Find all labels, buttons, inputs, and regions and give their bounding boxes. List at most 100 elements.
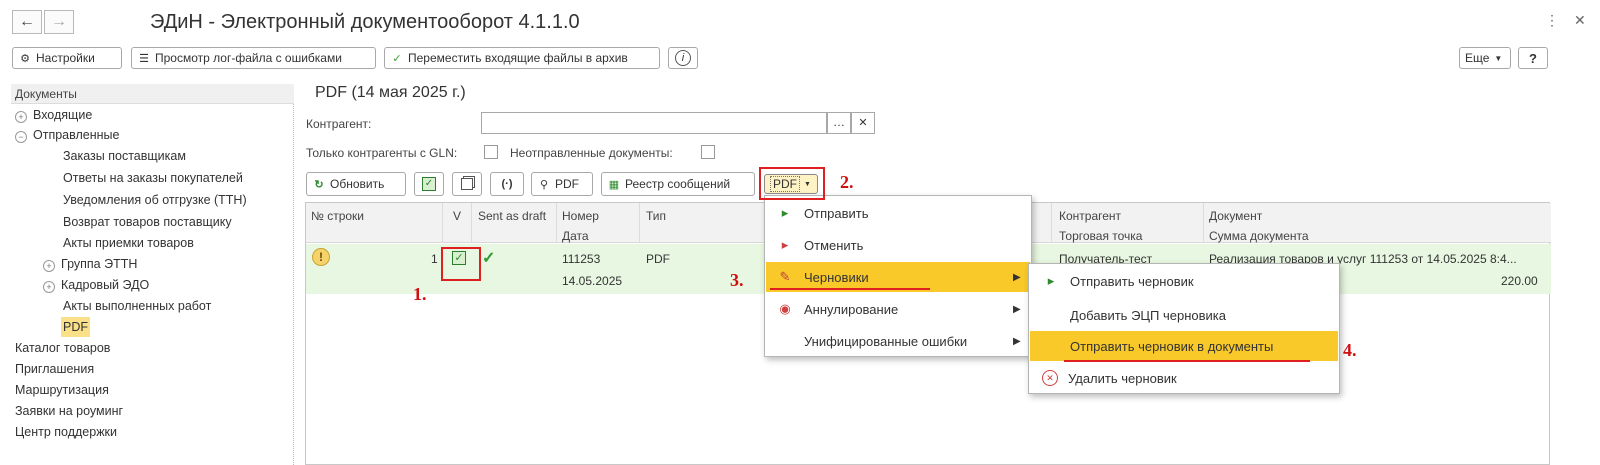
info-button[interactable]: i [668,47,698,69]
settings-button[interactable]: ⚙ Настройки [12,47,122,69]
sidebar-item-support[interactable]: Центр поддержки [15,422,117,442]
menu-item-send[interactable]: ▸ Отправить [766,198,1030,228]
sidebar-item-hr-edo[interactable]: + Кадровый ЭДО [43,275,149,295]
check-all-button[interactable]: ✓ [414,172,444,196]
log-view-label: Просмотр лог-файла с ошибками [155,51,342,65]
cancel-doc-icon: ▸ [781,237,789,252]
expand-icon[interactable]: + [43,281,55,293]
sidebar-item-catalog[interactable]: Каталог товаров [15,338,110,358]
sent-as-draft-check-icon: ✓ [482,250,496,267]
table-icon: ▦ [608,178,620,191]
col-trade-point[interactable]: Торговая точка [1059,229,1142,243]
drafts-icon: ✎ [779,269,791,284]
annotation-underline-send-to-docs [1064,360,1310,362]
row-line-number: 1 [431,252,438,266]
col-document-sum[interactable]: Сумма документа [1209,229,1309,243]
registry-button[interactable]: ▦ Реестр сообщений [601,172,755,196]
submenu-item-add-signature[interactable]: Добавить ЭЦП черновика [1030,300,1338,330]
annotation-box-checkbox [441,247,481,281]
submenu-item-send-draft[interactable]: ▸ Отправить черновик [1030,266,1338,296]
expand-icon[interactable]: + [15,111,27,123]
sidebar-item-ettn-group[interactable]: + Группа ЭТТН [43,254,137,274]
arrow-left-icon: ← [19,13,35,30]
sidebar-item-roaming[interactable]: Заявки на роуминг [15,401,123,421]
sidebar: Документы + Входящие − Отправленные Заказы… [11,84,294,465]
refresh-button[interactable]: ↻ Обновить [306,172,406,196]
signal-button[interactable]: (·) [490,172,524,196]
sidebar-item-order-responses[interactable]: Ответы на заказы покупателей [63,168,243,188]
sidebar-item-pdf[interactable]: PDF [61,317,90,337]
drafts-submenu: ▸ Отправить черновик Добавить ЭЦП чернов… [1028,263,1340,394]
chevron-down-icon: ▼ [1494,53,1503,63]
sidebar-item-sent[interactable]: − Отправленные [15,125,119,145]
submenu-item-send-draft-to-documents[interactable]: Отправить черновик в документы [1030,331,1338,361]
menu-item-annulment[interactable]: ◉ Аннулирование [766,294,1030,324]
col-number[interactable]: Номер [562,209,599,223]
annotation-2: 2. [840,172,854,192]
collapse-icon[interactable]: − [15,131,27,143]
submenu-arrow-icon: ▶ [1013,304,1021,315]
col-line-number[interactable]: № строки [311,209,364,223]
sidebar-item-returns[interactable]: Возврат товаров поставщику [63,212,232,232]
submenu-arrow-icon: ▶ [1013,272,1021,283]
sidebar-item-routing[interactable]: Маршрутизация [15,380,109,400]
arrow-right-icon: → [51,13,67,30]
gln-checkbox[interactable] [484,145,498,159]
row-number: 111253 [562,252,601,266]
document-arrow-icon: ✓ [392,52,402,65]
copy-button[interactable] [452,172,482,196]
counterparty-label: Контрагент: [306,117,372,131]
log-view-button[interactable]: ☰ Просмотр лог-файла с ошибками [131,47,376,69]
more-label: Еще [1465,51,1490,65]
counterparty-select-button[interactable]: … [827,112,851,134]
annotation-4: 4. [1343,340,1357,360]
window-title: ЭДиН - Электронный документооборот 4.1.1… [150,11,580,33]
sidebar-item-incoming[interactable]: + Входящие [15,105,92,125]
col-document[interactable]: Документ [1209,209,1262,223]
menu-item-cancel[interactable]: ▸ Отменить [766,230,1030,260]
annotation-underline-drafts [770,288,930,290]
forward-button[interactable]: → [44,10,74,34]
sidebar-item-shipment-notices[interactable]: Уведомления об отгрузке (ТТН) [63,190,247,210]
more-vertical-icon[interactable]: ⋮ [1545,12,1559,29]
counterparty-clear-button[interactable]: ✕ [851,112,875,134]
back-button[interactable]: ← [12,10,42,34]
sidebar-item-supplier-orders[interactable]: Заказы поставщикам [63,146,186,166]
send-doc-icon: ▸ [1047,273,1055,288]
submenu-arrow-icon: ▶ [1013,336,1021,347]
copy-icon [461,178,473,190]
warning-icon: ! [312,248,330,266]
help-button[interactable]: ? [1518,47,1548,69]
sidebar-item-acceptance-acts[interactable]: Акты приемки товаров [63,233,194,253]
row-date: 14.05.2025 [562,274,623,288]
sidebar-item-work-acts[interactable]: Акты выполненных работ [63,296,211,316]
col-type[interactable]: Тип [646,209,666,223]
pdf-view-label: PDF [555,177,579,191]
sidebar-item-invitations[interactable]: Приглашения [15,359,94,379]
submenu-item-delete-draft[interactable]: ✕ Удалить черновик [1030,363,1338,393]
unsent-label: Неотправленные документы: [510,146,673,160]
pdf-view-button[interactable]: ⚲ PDF [531,172,593,196]
col-counterparty[interactable]: Контрагент [1059,209,1121,223]
refresh-label: Обновить [330,177,385,191]
unsent-checkbox[interactable] [701,145,715,159]
registry-label: Реестр сообщений [625,177,731,191]
col-v[interactable]: V [453,209,461,223]
col-sent-as-draft[interactable]: Sent as draft [478,209,546,223]
sidebar-header: Документы [11,84,294,104]
send-doc-icon: ▸ [781,205,789,220]
page-title: PDF (14 мая 2025 г.) [315,84,466,101]
move-archive-button[interactable]: ✓ Переместить входящие файлы в архив [384,47,660,69]
more-button[interactable]: Еще ▼ [1459,47,1511,69]
close-icon[interactable]: ✕ [1574,12,1586,29]
delete-circle-icon: ✕ [1042,370,1058,386]
row-amount: 220.00 [1501,274,1538,288]
menu-item-unified-errors[interactable]: Унифицированные ошибки [766,326,1030,356]
list-icon: ☰ [139,52,149,65]
expand-icon[interactable]: + [43,260,55,272]
close-icon: ✕ [858,117,868,129]
info-icon: i [675,50,691,66]
counterparty-input[interactable] [481,112,827,134]
pdf-dropdown-menu: ▸ Отправить ▸ Отменить ✎ Черновики ▶ ◉ А… [764,195,1032,357]
col-date[interactable]: Дата [562,229,589,243]
